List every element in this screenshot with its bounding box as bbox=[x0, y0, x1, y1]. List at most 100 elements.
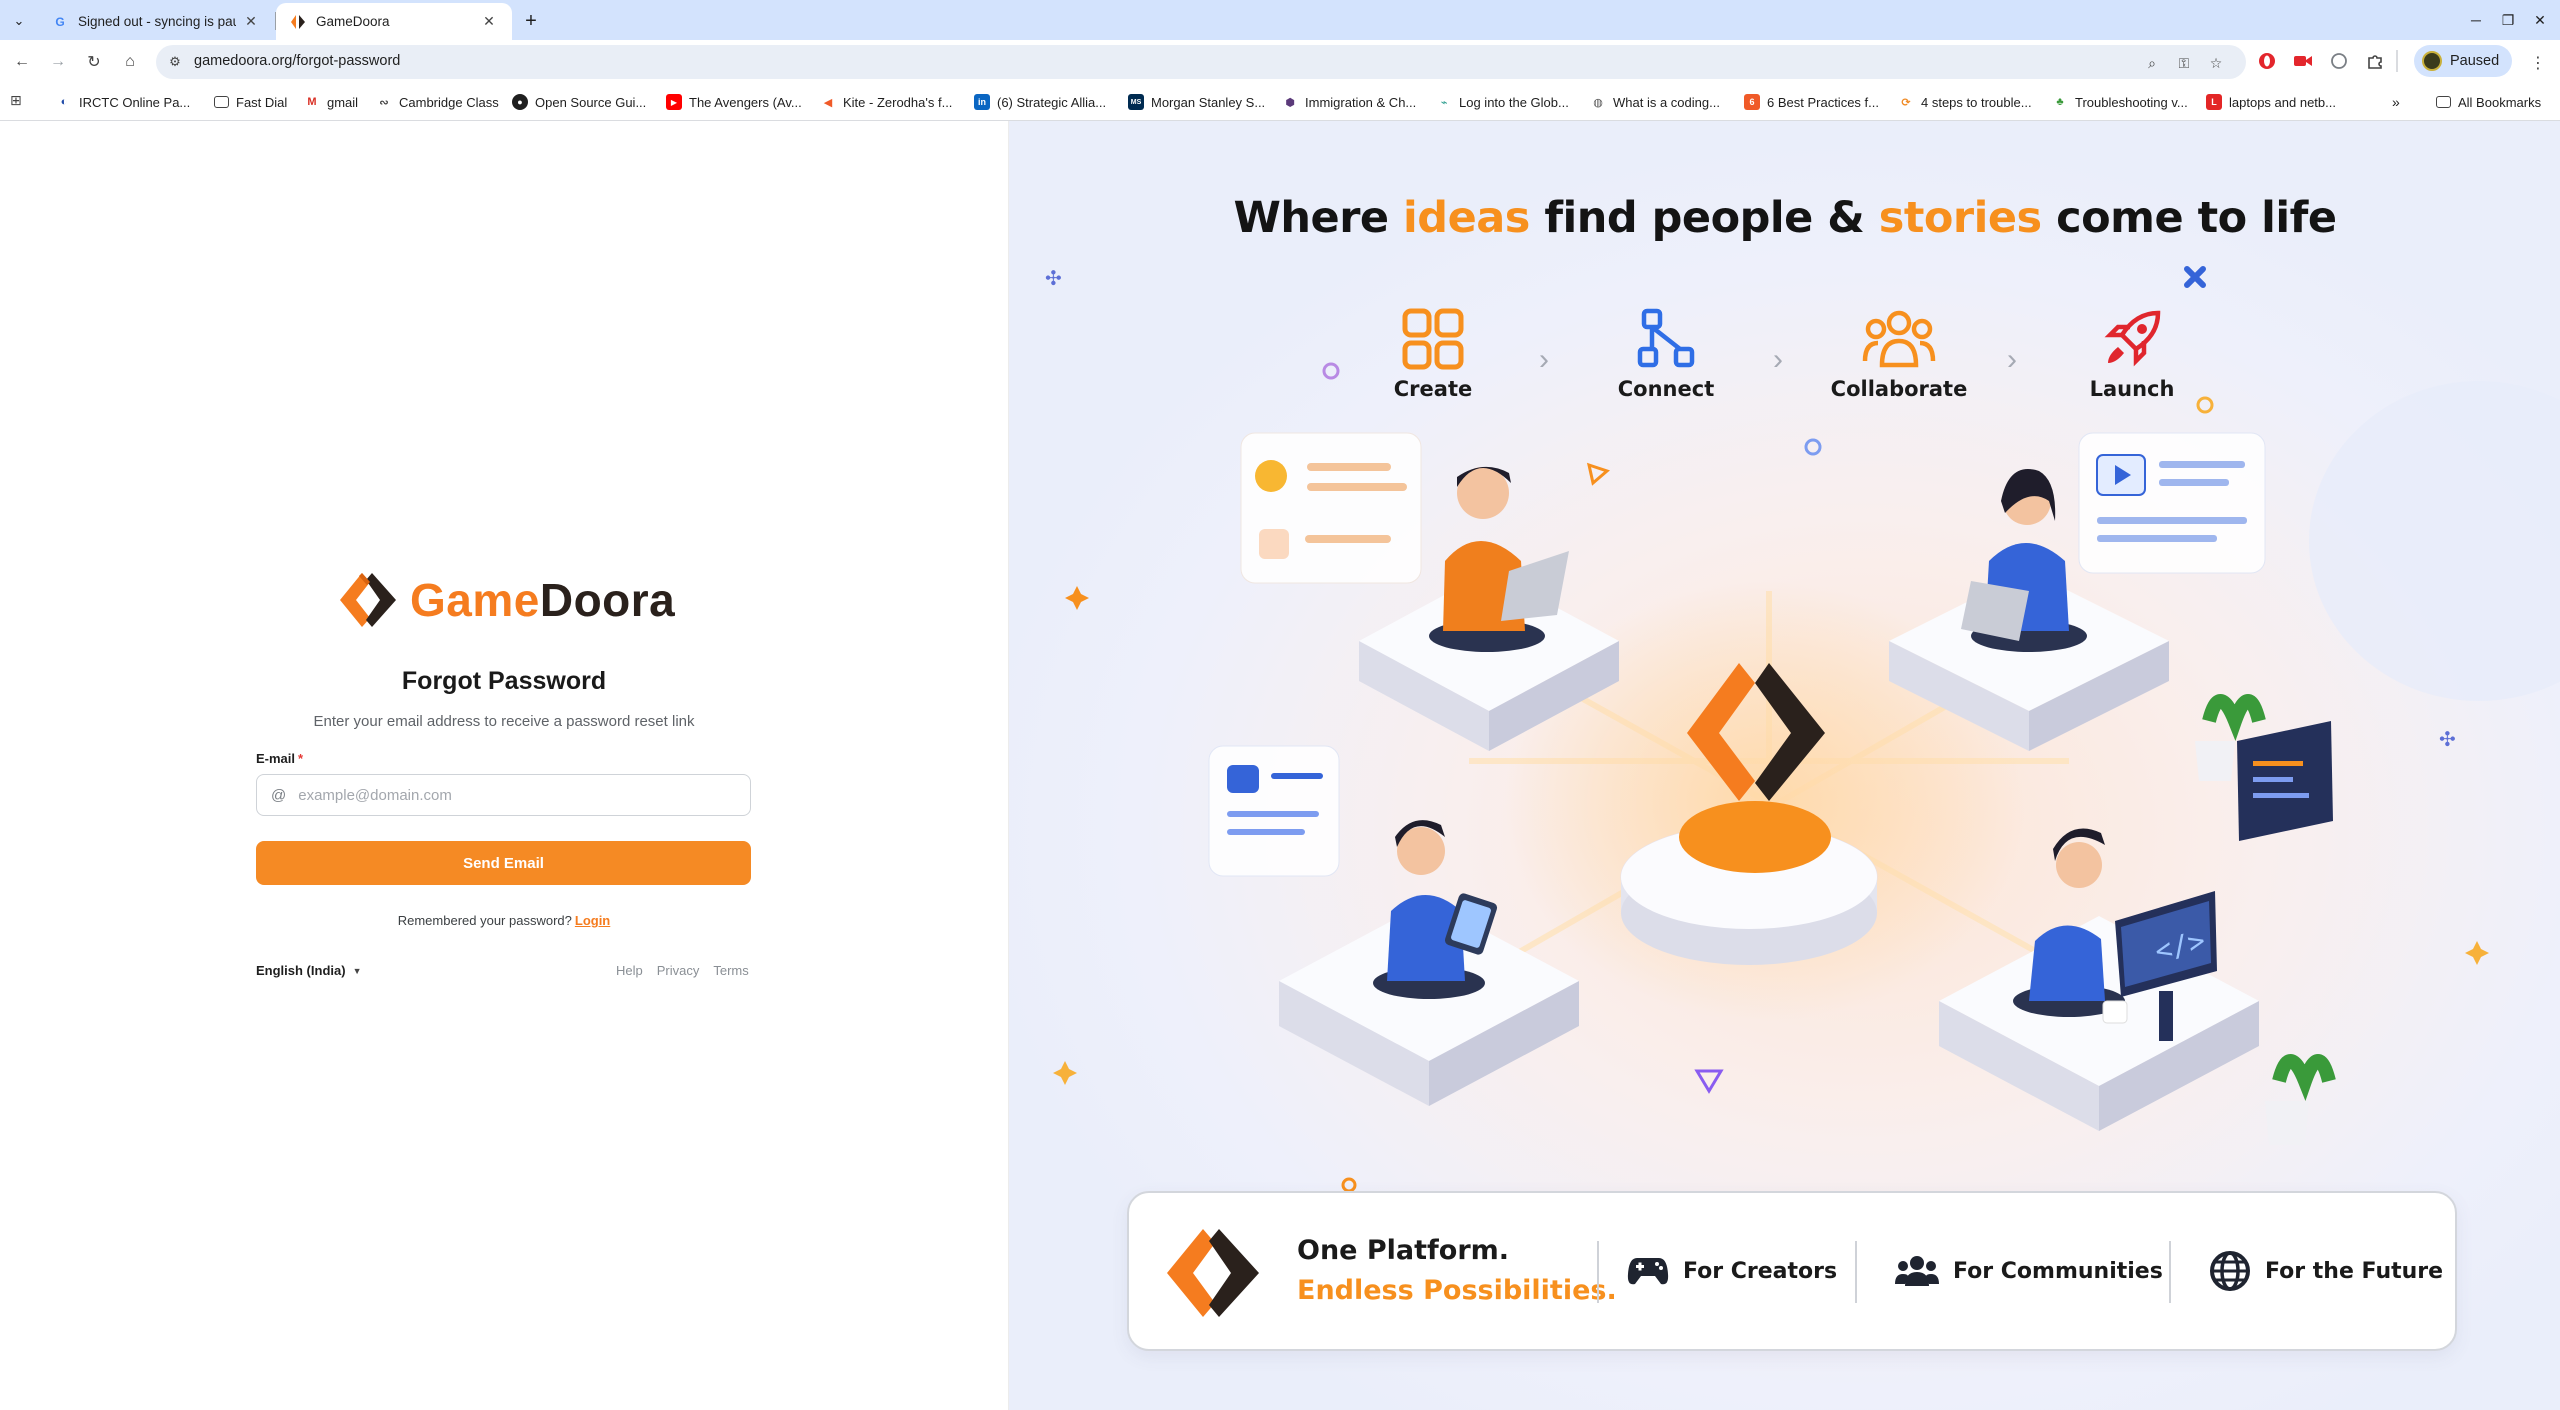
logo-word-game: Game bbox=[410, 574, 540, 626]
globe-icon bbox=[2210, 1251, 2250, 1291]
new-tab-icon[interactable]: + bbox=[518, 8, 544, 34]
team-icon bbox=[1862, 310, 1936, 368]
tab-title: Signed out - syncing is paused bbox=[78, 14, 236, 29]
bookmark-label: (6) Strategic Allia... bbox=[997, 94, 1107, 110]
bookmark-avengers[interactable]: ▶ The Avengers (Av... bbox=[666, 92, 802, 112]
home-icon[interactable]: ⌂ bbox=[116, 48, 144, 76]
reload-icon[interactable]: ↻ bbox=[80, 48, 108, 76]
google-icon: G bbox=[55, 14, 65, 29]
minimize-icon[interactable]: ─ bbox=[2460, 6, 2492, 34]
hero-title: Where ideas find people & stories come t… bbox=[1009, 193, 2560, 243]
login-link[interactable]: Login bbox=[575, 913, 610, 928]
opera-extension-icon[interactable] bbox=[2256, 50, 2278, 72]
close-window-icon[interactable]: ✕ bbox=[2524, 6, 2556, 34]
bookmark-morgan-stanley[interactable]: MS Morgan Stanley S... bbox=[1128, 92, 1265, 112]
bookmark-cambridge[interactable]: ∾ Cambridge Class bbox=[376, 92, 498, 112]
hero-title-highlight: ideas bbox=[1403, 193, 1530, 243]
extensions-puzzle-icon[interactable] bbox=[2364, 50, 2386, 72]
bookmark-troubleshoot-steps[interactable]: ⟳ 4 steps to trouble... bbox=[1898, 92, 2031, 112]
privacy-link[interactable]: Privacy bbox=[657, 963, 700, 978]
tab-strip: ⌄ G Signed out - syncing is paused ✕ Gam… bbox=[0, 0, 2560, 40]
chat-extension-icon[interactable] bbox=[2328, 50, 2350, 72]
hero-title-part: Where bbox=[1233, 193, 1404, 243]
bookmark-gmail[interactable]: Mgmail bbox=[304, 92, 358, 112]
menu-kebab-icon[interactable]: ⋮ bbox=[2528, 52, 2548, 74]
help-link[interactable]: Help bbox=[616, 963, 643, 978]
bookmark-immigration[interactable]: ⬢ Immigration & Ch... bbox=[1282, 92, 1416, 112]
avatar bbox=[2422, 51, 2442, 71]
immigration-icon: ⬢ bbox=[1285, 96, 1295, 109]
bookmark-linkedin[interactable]: in (6) Strategic Allia... bbox=[974, 92, 1106, 112]
youtube-icon: ▶ bbox=[666, 94, 682, 110]
step-connect: Connect bbox=[1596, 307, 1736, 401]
chevron-right-icon: › bbox=[1539, 343, 1549, 376]
bookmark-fast-dial[interactable]: Fast Dial bbox=[214, 92, 287, 112]
tab-signed-out[interactable]: G Signed out - syncing is paused ✕ bbox=[38, 3, 274, 40]
email-input[interactable] bbox=[298, 786, 719, 804]
practices-icon: 6 bbox=[1744, 94, 1760, 110]
url-text[interactable]: gamedoora.org/forgot-password bbox=[194, 53, 400, 69]
site-settings-icon[interactable]: ⚙ bbox=[166, 53, 184, 71]
banner-line-2: Endless Possibilities. bbox=[1297, 1275, 1617, 1306]
close-icon[interactable]: ✕ bbox=[242, 13, 260, 31]
bookmark-coding[interactable]: ◍ What is a coding... bbox=[1590, 92, 1720, 112]
chevron-right-icon: › bbox=[2007, 343, 2017, 376]
step-label: Connect bbox=[1617, 377, 1715, 401]
bookmark-kite[interactable]: ◀ Kite - Zerodha's f... bbox=[820, 92, 953, 112]
bookmarks-bar: ⊞ ◐ IRCTC Online Pa... Fast Dial Mgmail ∾… bbox=[0, 84, 2560, 120]
step-collaborate: Collaborate bbox=[1829, 307, 1969, 401]
bookmark-global-login[interactable]: ⌁ Log into the Glob... bbox=[1436, 92, 1569, 112]
chevron-right-icon: › bbox=[1773, 343, 1783, 376]
feature-label: For Creators bbox=[1683, 1258, 1838, 1284]
step-label: Create bbox=[1393, 377, 1473, 401]
send-email-button[interactable]: Send Email bbox=[256, 841, 751, 885]
restore-icon[interactable]: ❐ bbox=[2492, 6, 2524, 34]
coding-icon: ◍ bbox=[1593, 96, 1603, 109]
bookmark-label: Open Source Gui... bbox=[535, 94, 647, 110]
bookmark-label: The Avengers (Av... bbox=[689, 94, 802, 110]
terms-link[interactable]: Terms bbox=[713, 963, 748, 978]
page-subtitle: Enter your email address to receive a pa… bbox=[313, 713, 695, 730]
bookmark-irctc[interactable]: ◐ IRCTC Online Pa... bbox=[56, 92, 191, 112]
address-bar[interactable]: ⚙ gamedoora.org/forgot-password ⌕ ⚿ ☆ bbox=[156, 45, 2246, 79]
password-key-icon[interactable]: ⚿ bbox=[2174, 53, 2194, 73]
divider bbox=[2169, 1241, 2171, 1303]
language-selector[interactable]: English (India) ▼ bbox=[256, 963, 361, 978]
apps-grid-icon[interactable]: ⊞ bbox=[10, 92, 28, 110]
divider bbox=[1597, 1241, 1599, 1303]
bookmark-troubleshooting[interactable]: ♣ Troubleshooting v... bbox=[2052, 92, 2188, 112]
folder-icon bbox=[2436, 96, 2451, 108]
irctc-icon: ◐ bbox=[60, 96, 68, 108]
all-bookmarks[interactable]: All Bookmarks bbox=[2436, 92, 2541, 112]
github-icon: ● bbox=[512, 94, 528, 110]
tab-search-icon[interactable]: ⌄ bbox=[6, 8, 32, 34]
tab-gamedoora[interactable]: GameDoora ✕ bbox=[276, 3, 512, 40]
back-icon[interactable]: ← bbox=[8, 48, 36, 76]
forward-icon[interactable]: → bbox=[44, 48, 72, 76]
zoom-icon[interactable]: ⌕ bbox=[2142, 53, 2162, 73]
gamedoora-logo-mark-icon bbox=[1167, 1229, 1259, 1317]
remember-password-row: Remembered your password? Login bbox=[0, 913, 1008, 928]
feature-for-communities: For Communities bbox=[1895, 1249, 2163, 1293]
email-field[interactable]: @ bbox=[256, 774, 751, 816]
remember-text: Remembered your password? bbox=[397, 913, 572, 928]
page-title: Forgot Password bbox=[401, 667, 607, 695]
bookmarks-overflow-icon[interactable]: » bbox=[2392, 92, 2400, 112]
step-label: Collaborate bbox=[1830, 377, 1968, 401]
video-extension-icon[interactable] bbox=[2292, 50, 2314, 72]
bookmark-label: Immigration & Ch... bbox=[1305, 94, 1417, 110]
laptops-icon: L bbox=[2206, 94, 2222, 110]
bookmark-label: Troubleshooting v... bbox=[2075, 94, 2188, 110]
folder-icon bbox=[214, 96, 229, 108]
profile-button[interactable]: Paused bbox=[2414, 45, 2512, 77]
bookmark-github[interactable]: ● Open Source Gui... bbox=[512, 92, 646, 112]
feature-label: For the Future bbox=[2265, 1258, 2444, 1284]
close-icon[interactable]: ✕ bbox=[480, 13, 498, 31]
toolbar: ← → ↻ ⌂ ⚙ gamedoora.org/forgot-password … bbox=[0, 40, 2560, 84]
bookmark-best-practices[interactable]: 6 6 Best Practices f... bbox=[1744, 92, 1879, 112]
step-launch: Launch bbox=[2062, 307, 2202, 401]
caret-down-icon: ▼ bbox=[352, 965, 362, 976]
bookmark-label: IRCTC Online Pa... bbox=[79, 94, 191, 110]
bookmark-laptops[interactable]: Llaptops and netb... bbox=[2206, 92, 2336, 112]
bookmark-star-icon[interactable]: ☆ bbox=[2206, 53, 2226, 73]
